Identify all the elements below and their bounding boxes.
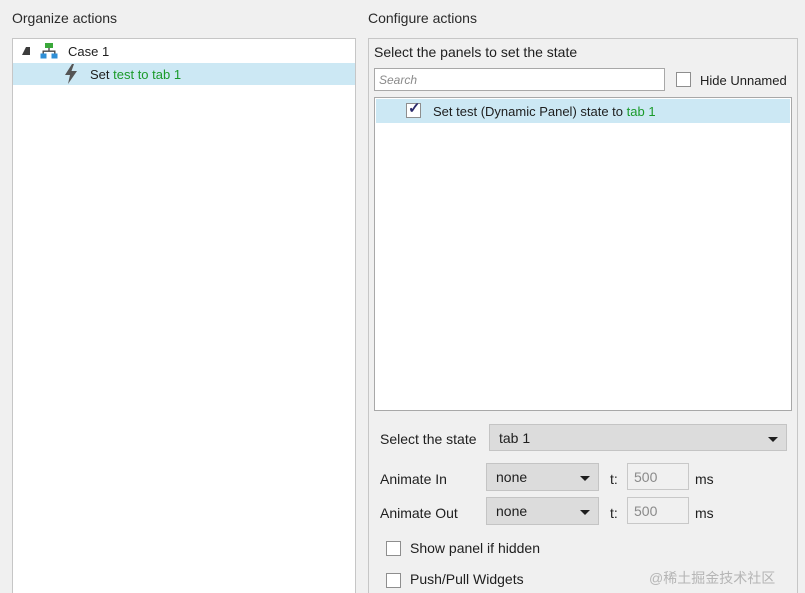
dropdown-arrow-icon	[580, 476, 590, 481]
panel-select-checkbox[interactable]: ✓	[406, 100, 421, 118]
ms-in-label: ms	[695, 471, 714, 487]
state-select[interactable]: tab 1	[489, 424, 787, 451]
animate-in-value: none	[496, 469, 528, 485]
case-flow-icon	[40, 43, 58, 59]
action-prefix: Set	[90, 67, 114, 82]
ms-out-label: ms	[695, 505, 714, 521]
checkmark-icon: ✓	[408, 100, 421, 117]
animate-in-label: Animate In	[380, 471, 447, 487]
dropdown-arrow-icon	[580, 510, 590, 515]
configure-actions-title: Configure actions	[368, 10, 477, 26]
t-out-label: t:	[610, 505, 618, 521]
organize-actions-title: Organize actions	[12, 10, 118, 26]
panel-row-label: Set test (Dynamic Panel) state to tab 1	[433, 104, 656, 119]
dropdown-arrow-icon	[768, 437, 778, 442]
tree-item-case-1[interactable]: Case 1	[13, 40, 355, 62]
panel-row-prefix: Set test (Dynamic Panel) state to	[433, 104, 627, 119]
state-select-value: tab 1	[499, 430, 531, 446]
action-target: test to tab 1	[113, 67, 182, 82]
actions-tree: Case 1 Set test to tab 1	[12, 38, 356, 593]
animate-out-label: Animate Out	[380, 505, 458, 521]
show-panel-if-hidden-checkbox[interactable]	[386, 541, 401, 556]
show-panel-if-hidden-label: Show panel if hidden	[410, 540, 540, 556]
panel-row-state: tab 1	[626, 104, 656, 119]
action-label: Set test to tab 1	[90, 67, 181, 82]
animate-out-value: none	[496, 503, 528, 519]
animate-in-duration-input[interactable]	[627, 463, 689, 490]
hide-unnamed-label: Hide Unnamed	[700, 73, 787, 88]
hide-unnamed-checkbox[interactable]	[676, 72, 691, 87]
push-pull-widgets-checkbox[interactable]	[386, 573, 401, 588]
panels-heading: Select the panels to set the state	[374, 44, 578, 60]
configure-panel: Select the panels to set the state Hide …	[368, 38, 798, 593]
lightning-icon	[65, 64, 77, 84]
animate-in-select[interactable]: none	[486, 463, 599, 491]
t-in-label: t:	[610, 471, 618, 487]
panel-list-item[interactable]: ✓ Set test (Dynamic Panel) state to tab …	[376, 99, 790, 123]
search-input[interactable]	[374, 68, 665, 91]
select-state-label: Select the state	[380, 431, 477, 447]
case-label: Case 1	[68, 44, 110, 59]
watermark: @稀土掘金技术社区	[649, 570, 776, 586]
expand-triangle-icon[interactable]	[22, 47, 30, 55]
animate-out-duration-input[interactable]	[627, 497, 689, 524]
panel-list: ✓ Set test (Dynamic Panel) state to tab …	[374, 97, 792, 411]
tree-item-set-action[interactable]: Set test to tab 1	[13, 63, 355, 85]
push-pull-widgets-label: Push/Pull Widgets	[410, 571, 524, 587]
animate-out-select[interactable]: none	[486, 497, 599, 525]
